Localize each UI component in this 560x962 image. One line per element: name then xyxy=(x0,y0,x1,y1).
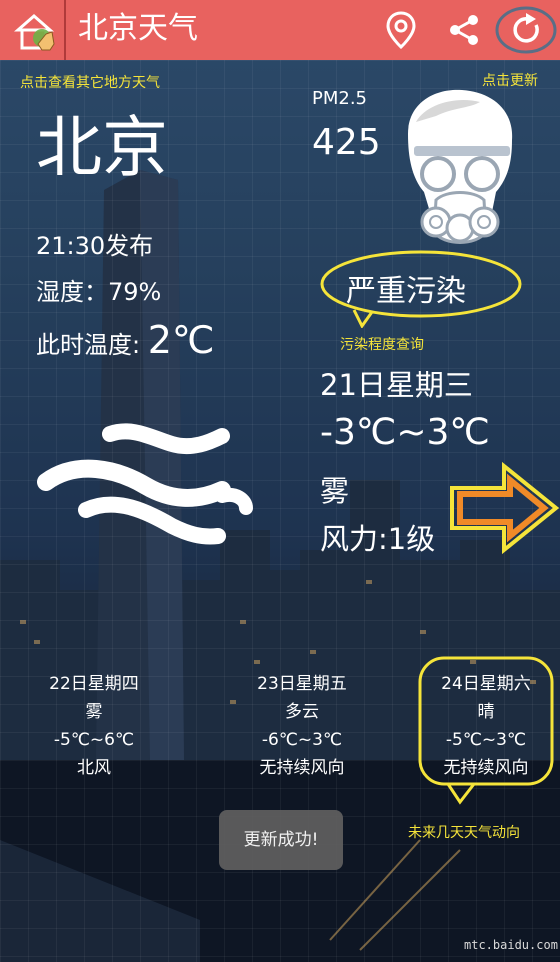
humidity: 湿度：79% xyxy=(36,278,162,306)
location-pin-icon xyxy=(386,11,416,50)
annotation-forecast: 未来几天天气动向 xyxy=(408,825,520,841)
pollution-level[interactable]: 严重污染 xyxy=(346,266,466,310)
forecast-day-3[interactable]: 24日星期六 晴 -5℃~3℃ 无持续风向 xyxy=(396,670,560,782)
app-title: 北京天气 xyxy=(78,11,198,46)
publish-time: 21:30发布 xyxy=(36,232,154,260)
location-button[interactable] xyxy=(384,10,418,50)
forecast-date: 23日星期五 xyxy=(257,674,347,694)
fog-icon xyxy=(37,423,253,545)
watermark: mtc.baidu.com xyxy=(464,938,558,952)
home-icon xyxy=(14,14,55,51)
forecast-day-2[interactable]: 23日星期五 多云 -6℃~3℃ 无持续风向 xyxy=(212,670,392,782)
city-name: 北京 xyxy=(36,109,168,186)
pm25-value: 425 xyxy=(312,122,381,163)
forecast-wind: 无持续风向 xyxy=(259,758,345,778)
current-temp-value: 2℃ xyxy=(147,318,215,362)
title-divider xyxy=(64,0,66,60)
today-temp-range: -3℃~3℃ xyxy=(320,412,490,453)
forecast-wind: 无持续风向 xyxy=(443,758,529,778)
gas-mask-icon[interactable] xyxy=(396,82,524,252)
forecast-weather: 雾 xyxy=(85,702,103,722)
today-date: 21日星期三 xyxy=(320,368,473,402)
current-temperature: 此时温度: 2℃ xyxy=(36,318,215,362)
share-icon xyxy=(450,15,478,45)
title-bar: 北京天气 xyxy=(0,0,560,60)
toast-message: 更新成功! xyxy=(219,810,343,870)
forecast-day-1[interactable]: 22日星期四 雾 -5℃~6℃ 北风 xyxy=(4,670,184,782)
current-temp-label: 此时温度: xyxy=(36,331,141,359)
forecast-weather: 多云 xyxy=(285,702,319,722)
annotation-pollution-query: 污染程度查询 xyxy=(340,337,424,353)
pm25-label: PM2.5 xyxy=(312,88,368,109)
forecast-weather: 晴 xyxy=(477,702,495,722)
forecast-temp-range: -5℃~3℃ xyxy=(445,730,527,750)
refresh-button[interactable] xyxy=(494,4,558,56)
forecast-temp-range: -5℃~6℃ xyxy=(53,730,135,750)
today-weather: 雾 xyxy=(320,474,350,508)
right-arrow-icon[interactable] xyxy=(446,460,560,556)
forecast-temp-range: -6℃~3℃ xyxy=(261,730,343,750)
refresh-icon xyxy=(495,6,557,54)
forecast-wind: 北风 xyxy=(77,758,111,778)
forecast-date: 24日星期六 xyxy=(441,674,531,694)
today-wind: 风力:1级 xyxy=(320,522,436,556)
annotation-other-cities: 点击查看其它地方天气 xyxy=(20,75,160,91)
share-button[interactable] xyxy=(446,12,482,48)
forecast-date: 22日星期四 xyxy=(49,674,139,694)
home-button[interactable] xyxy=(12,8,62,54)
